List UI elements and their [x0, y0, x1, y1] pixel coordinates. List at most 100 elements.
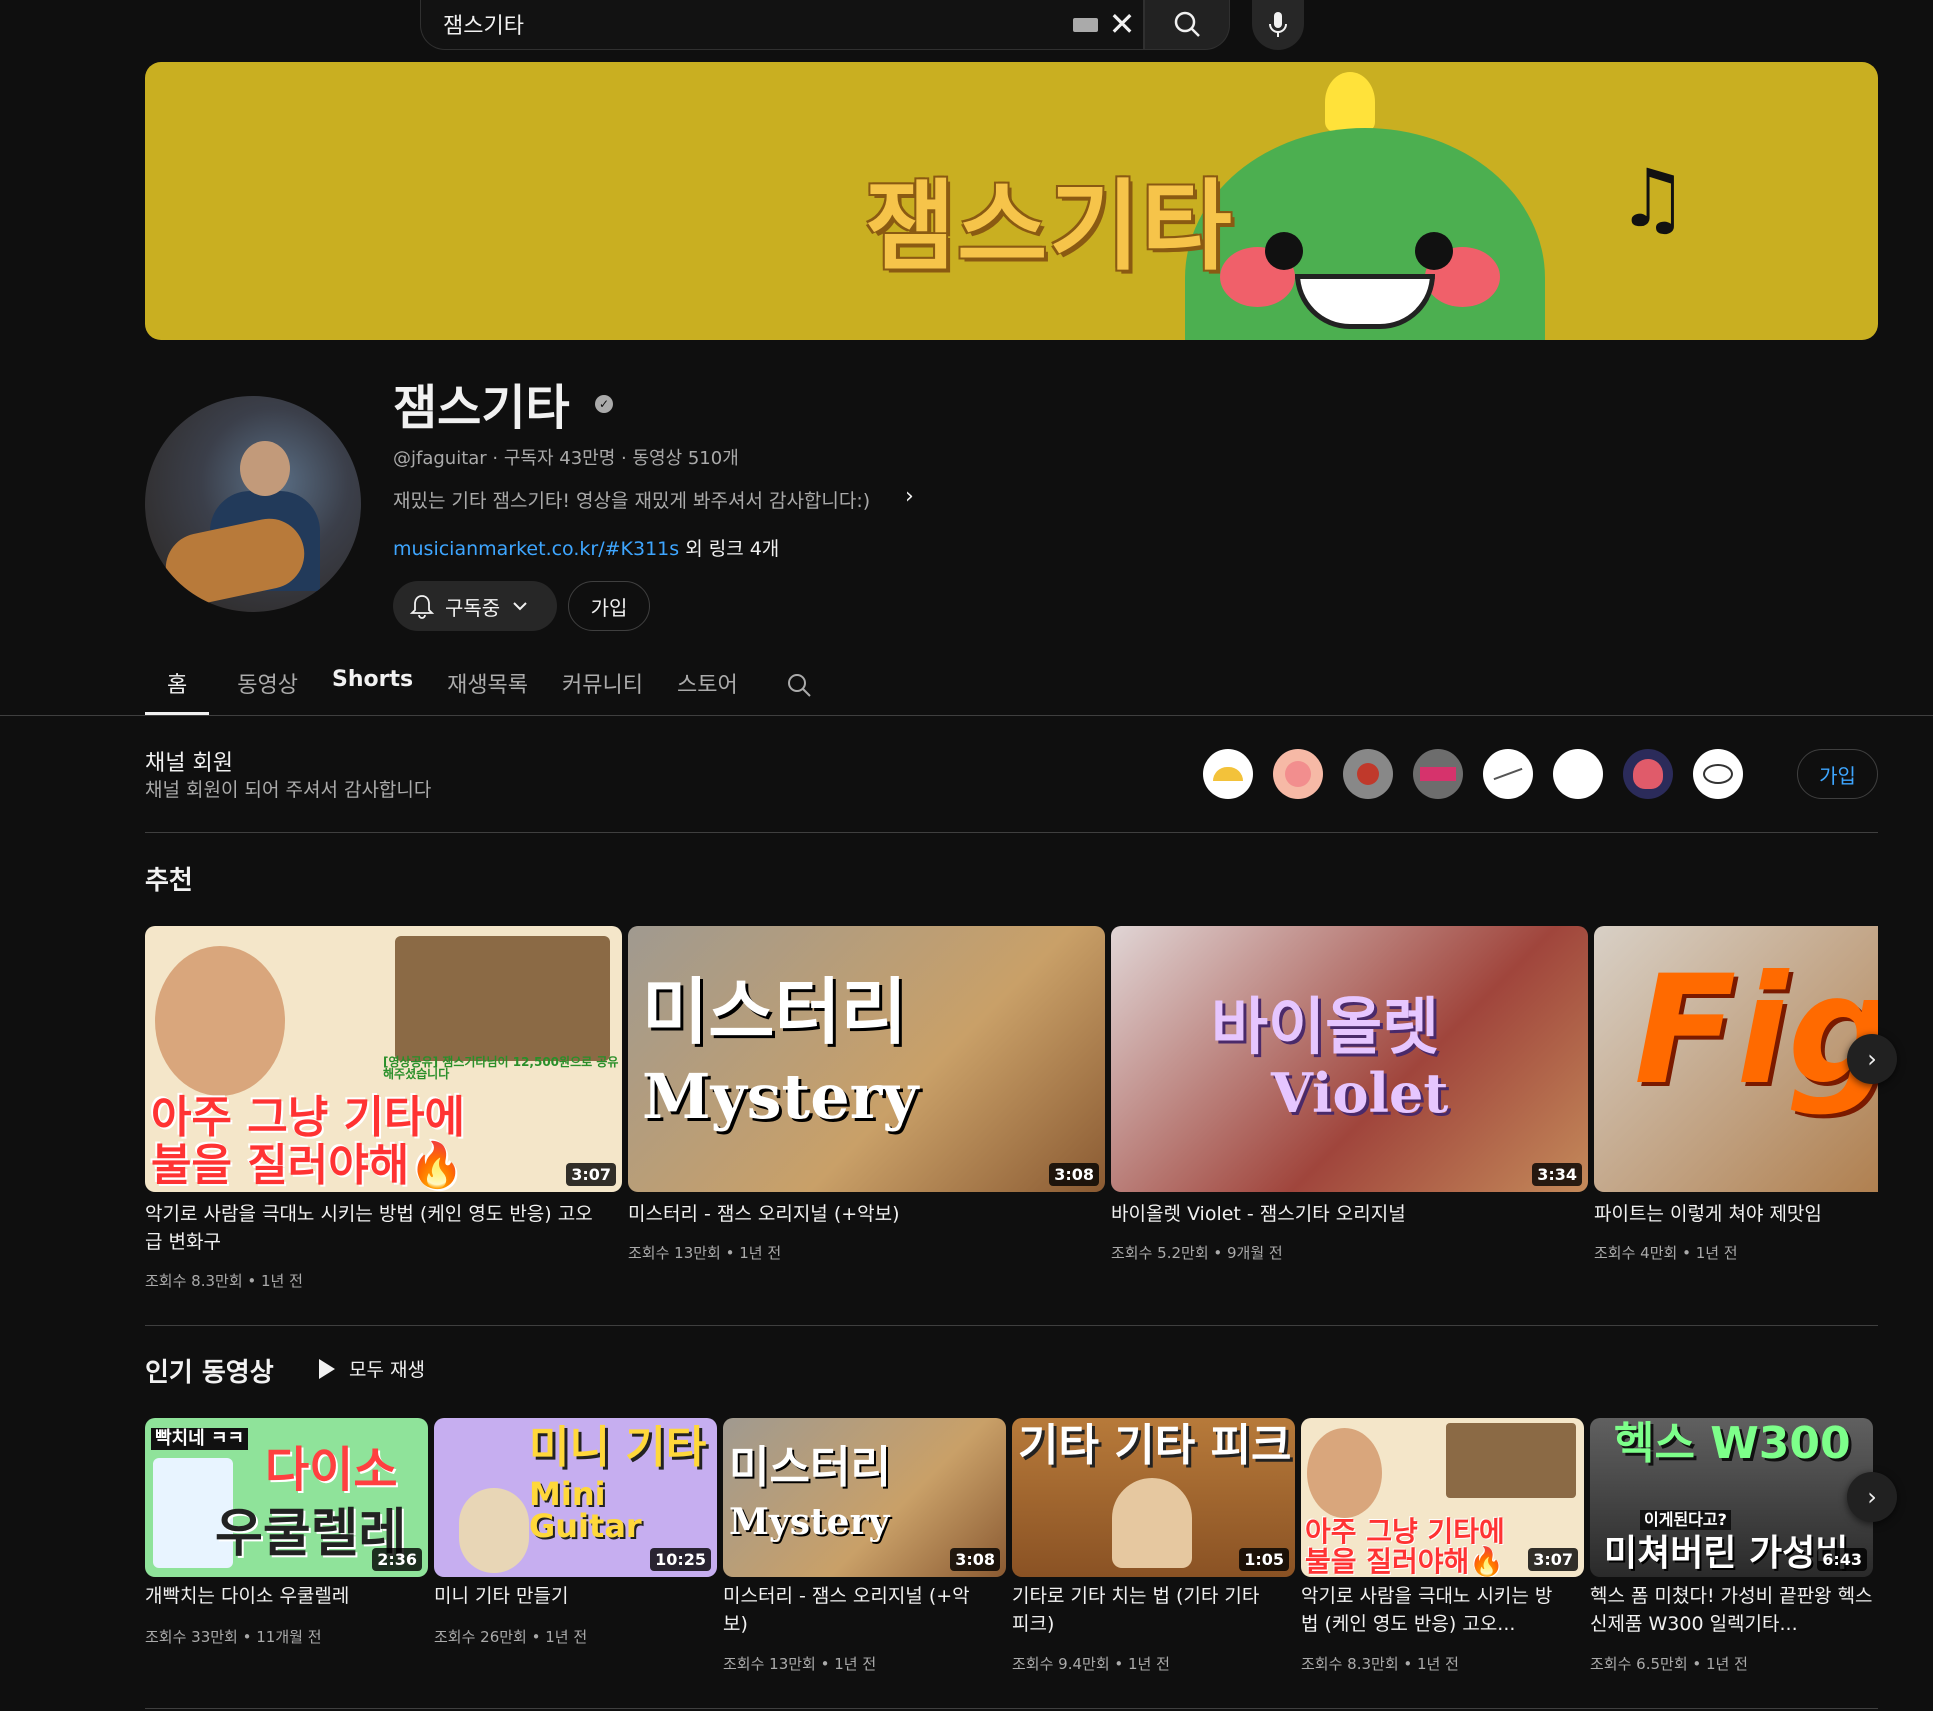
- video-thumbnail[interactable]: 헥스 W300 이게된다고? 미쳐버린 가성비 6:43: [1590, 1418, 1873, 1577]
- clear-icon[interactable]: ✕: [1106, 6, 1138, 42]
- thumbnail-text: 빡치네 ㅋㅋ: [151, 1428, 249, 1450]
- tabs-divider: [0, 715, 1933, 716]
- video-title[interactable]: 파이트는 이렇게 쳐야 제맛임: [1594, 1200, 1878, 1228]
- members-subtitle: 채널 회원이 되어 주셔서 감사합니다: [145, 779, 432, 801]
- tab-shorts[interactable]: Shorts: [316, 665, 429, 715]
- tab-playlists[interactable]: 재생목록: [431, 665, 544, 715]
- video-duration: 10:25: [650, 1548, 711, 1571]
- member-avatar: [1623, 749, 1673, 799]
- channel-links[interactable]: musicianmarket.co.kr/#K311s 외 링크 4개: [393, 534, 779, 561]
- member-avatar: [1483, 749, 1533, 799]
- thumbnail-text: 불을 질러야해🔥: [151, 1140, 464, 1191]
- member-avatar: [1343, 749, 1393, 799]
- video-title[interactable]: 개빡치는 다이소 우쿨렐레: [145, 1582, 428, 1610]
- thumbnail-text: 다이소: [265, 1442, 398, 1498]
- chevron-right-icon[interactable]: ›: [905, 484, 914, 509]
- tab-store[interactable]: 스토어: [661, 665, 754, 715]
- tab-videos[interactable]: 동영상: [221, 665, 314, 715]
- video-thumbnail[interactable]: 미니 기타 Mini Guitar 10:25: [434, 1418, 717, 1577]
- carousel-next-button[interactable]: ›: [1847, 1472, 1897, 1522]
- video-title[interactable]: 기타로 기타 치는 법 (기타 기타 피크): [1012, 1582, 1272, 1638]
- video-title[interactable]: 악기로 사람을 극대노 시키는 방법 (케인 영도 반응) 고오...: [1301, 1582, 1561, 1638]
- video-title[interactable]: 미스터리 - 잼스 오리지널 (+악보): [628, 1200, 1088, 1228]
- video-thumbnail[interactable]: [영상공유] 잼스기타님이 12,500원으로 공유 해주셨습니다 아주 그냥 …: [145, 926, 622, 1192]
- members-join-button[interactable]: 가입: [1797, 749, 1878, 799]
- video-duration: 1:05: [1239, 1548, 1289, 1571]
- banner-dino-eye: [1415, 232, 1453, 270]
- mic-icon: [1269, 12, 1287, 37]
- video-thumbnail[interactable]: 빡치네 ㅋㅋ 다이소 우쿨렐레 2:36: [145, 1418, 428, 1577]
- video-meta: 조회수 33만회 • 11개월 전: [145, 1628, 322, 1646]
- play-all-button[interactable]: 모두 재생: [317, 1355, 425, 1382]
- video-thumbnail[interactable]: Fig: [1594, 926, 1878, 1192]
- voice-search-button[interactable]: [1252, 0, 1304, 50]
- member-avatar: [1553, 749, 1603, 799]
- section-divider: [145, 1708, 1878, 1709]
- more-links-label[interactable]: 외 링크 4개: [679, 538, 779, 560]
- channel-link[interactable]: musicianmarket.co.kr/#K311s: [393, 538, 679, 560]
- channel-avatar: [145, 396, 361, 612]
- join-button[interactable]: 가입: [568, 581, 650, 631]
- thumbnail-text: Fig: [1634, 944, 1878, 1118]
- video-meta: 조회수 13만회 • 1년 전: [723, 1655, 877, 1673]
- video-meta: 조회수 8.3만회 • 1년 전: [145, 1272, 303, 1290]
- video-duration: 3:08: [950, 1548, 1000, 1571]
- video-duration: 3:08: [1049, 1163, 1099, 1186]
- thumbnail-text: 바이올렛: [1211, 990, 1440, 1063]
- video-title[interactable]: 미니 기타 만들기: [434, 1582, 717, 1610]
- channel-description[interactable]: 재밌는 기타 잼스기타! 영상을 재밌게 봐주셔서 감사합니다:): [393, 486, 870, 513]
- video-meta: 조회수 6.5만회 • 1년 전: [1590, 1655, 1748, 1673]
- banner-dino-horn: [1325, 72, 1375, 132]
- channel-tabs: 홈 동영상 Shorts 재생목록 커뮤니티 스토어: [145, 665, 756, 715]
- search-box[interactable]: [420, 0, 1144, 50]
- play-all-label: 모두 재생: [349, 1359, 425, 1381]
- member-avatar: [1413, 749, 1463, 799]
- video-thumbnail[interactable]: 기타 기타 피크 1:05: [1012, 1418, 1295, 1577]
- subscribed-button[interactable]: 구독중: [393, 581, 557, 631]
- video-meta: 조회수 8.3만회 • 1년 전: [1301, 1655, 1459, 1673]
- video-title[interactable]: 헥스 폼 미쳤다! 가성비 끝판왕 헥스 신제품 W300 일렉기타...: [1590, 1582, 1873, 1638]
- video-thumbnail[interactable]: 바이올렛 Violet 3:34: [1111, 926, 1588, 1192]
- video-title[interactable]: 바이올렛 Violet - 잼스기타 오리지널: [1111, 1200, 1571, 1228]
- video-meta: 조회수 5.2만회 • 9개월 전: [1111, 1244, 1283, 1262]
- thumbnail-text: 헥스 W300: [1614, 1418, 1851, 1469]
- video-duration: 3:07: [1528, 1548, 1578, 1571]
- keyboard-icon[interactable]: [1073, 18, 1098, 32]
- carousel-next-button[interactable]: ›: [1847, 1034, 1897, 1084]
- search-icon: [1174, 11, 1200, 37]
- thumbnail-text: 아주 그냥 기타에: [1305, 1515, 1505, 1548]
- thumbnail-text: Violet: [1271, 1061, 1449, 1125]
- channel-stats: @jfaguitar · 구독자 43만명 · 동영상 510개: [393, 448, 739, 469]
- video-title[interactable]: 미스터리 - 잼스 오리지널 (+악보): [723, 1582, 993, 1638]
- bell-icon: [409, 595, 435, 619]
- thumbnail-text: 미스터리: [642, 970, 907, 1054]
- thumbnail-pick: [1112, 1478, 1192, 1568]
- banner-dino-eye: [1265, 232, 1303, 270]
- thumbnail-inset: [395, 936, 610, 1061]
- chevron-right-icon: ›: [1867, 1483, 1877, 1511]
- video-meta: 조회수 9.4만회 • 1년 전: [1012, 1655, 1170, 1673]
- channel-search-icon[interactable]: [784, 670, 814, 700]
- recommended-title: 추천: [145, 866, 193, 896]
- member-avatar: [1693, 749, 1743, 799]
- member-avatar: [1203, 749, 1253, 799]
- channel-banner: ♫ 잼스기타: [145, 62, 1878, 340]
- thumbnail-note: [영상공유] 잼스기타님이 12,500원으로 공유 해주셨습니다: [383, 1055, 619, 1081]
- thumbnail-inset: [1446, 1423, 1576, 1498]
- tab-home[interactable]: 홈: [145, 665, 210, 715]
- thumbnail-text: 아주 그냥 기타에: [151, 1092, 465, 1143]
- video-thumbnail[interactable]: 아주 그냥 기타에 불을 질러야해🔥 3:07: [1301, 1418, 1584, 1577]
- search-button[interactable]: [1144, 0, 1230, 50]
- video-title[interactable]: 악기로 사람을 극대노 시키는 방법 (케인 영도 반응) 고오급 변화구: [145, 1200, 605, 1256]
- thumbnail-text: 미쳐버린 가성비: [1604, 1533, 1849, 1574]
- video-thumbnail[interactable]: 미스터리 Mystery 3:08: [628, 926, 1105, 1192]
- tab-community[interactable]: 커뮤니티: [546, 665, 659, 715]
- banner-title: 잼스기타: [865, 170, 1234, 284]
- member-avatar: [1273, 749, 1323, 799]
- search-input[interactable]: 잼스기타: [443, 8, 524, 40]
- thumbnail-guitar: [459, 1488, 529, 1573]
- video-thumbnail[interactable]: 미스터리 Mystery 3:08: [723, 1418, 1006, 1577]
- video-duration: 6:43: [1817, 1548, 1867, 1571]
- thumbnail-text: 미스터리: [729, 1442, 891, 1493]
- video-duration: 3:07: [566, 1163, 616, 1186]
